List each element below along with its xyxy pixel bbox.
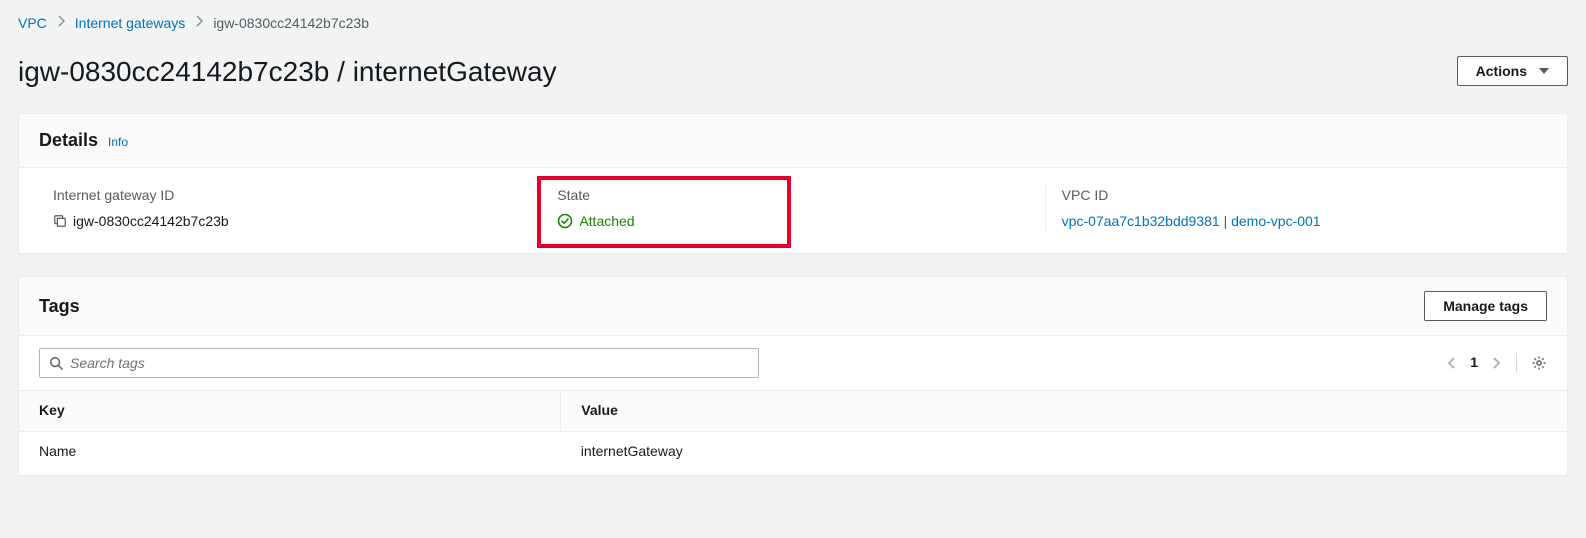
vpc-id-link[interactable]: vpc-07aa7c1b32bdd9381 | demo-vpc-001	[1062, 212, 1321, 232]
detail-vpc-id: VPC ID vpc-07aa7c1b32bdd9381 | demo-vpc-…	[1045, 186, 1549, 231]
state-label: State	[557, 186, 1044, 206]
igw-id-label: Internet gateway ID	[53, 186, 540, 206]
breadcrumb-vpc[interactable]: VPC	[18, 14, 47, 34]
copy-icon[interactable]	[53, 214, 67, 228]
next-page-button[interactable]	[1492, 356, 1502, 370]
page-number: 1	[1470, 353, 1478, 373]
igw-id-value: igw-0830cc24142b7c23b	[73, 212, 229, 232]
col-value[interactable]: Value	[561, 391, 1567, 432]
details-panel: Details Info Internet gateway ID igw-083…	[18, 113, 1568, 254]
tag-key: Name	[19, 431, 561, 471]
tags-heading: Tags	[39, 294, 80, 319]
settings-gear-button[interactable]	[1531, 355, 1547, 371]
tags-table: Key Value Name internetGateway	[19, 390, 1567, 471]
search-icon	[49, 356, 63, 370]
search-tags-input[interactable]	[39, 348, 759, 378]
pagination: 1	[1446, 353, 1547, 373]
state-value: Attached	[579, 212, 634, 232]
chevron-right-icon	[195, 15, 203, 32]
separator	[1516, 353, 1517, 373]
info-link[interactable]: Info	[108, 134, 128, 151]
check-circle-icon	[557, 213, 573, 229]
details-heading: Details	[39, 128, 98, 153]
prev-page-button[interactable]	[1446, 356, 1456, 370]
tag-value: internetGateway	[561, 431, 1567, 471]
manage-tags-button[interactable]: Manage tags	[1424, 291, 1547, 321]
caret-down-icon	[1539, 68, 1549, 74]
col-key[interactable]: Key	[19, 391, 561, 432]
actions-button-label: Actions	[1476, 63, 1527, 79]
breadcrumb-current: igw-0830cc24142b7c23b	[213, 14, 369, 34]
actions-button[interactable]: Actions	[1457, 56, 1568, 86]
vpc-id-label: VPC ID	[1062, 186, 1549, 206]
tags-panel: Tags Manage tags	[18, 276, 1568, 476]
detail-internet-gateway-id: Internet gateway ID igw-0830cc24142b7c23…	[37, 186, 540, 231]
breadcrumb-internet-gateways[interactable]: Internet gateways	[75, 14, 186, 34]
page-title: igw-0830cc24142b7c23b / internetGateway	[18, 52, 557, 91]
breadcrumb: VPC Internet gateways igw-0830cc24142b7c…	[18, 14, 1568, 34]
chevron-right-icon	[57, 15, 65, 32]
detail-state: State Attached	[540, 186, 1044, 231]
table-row: Name internetGateway	[19, 431, 1567, 471]
